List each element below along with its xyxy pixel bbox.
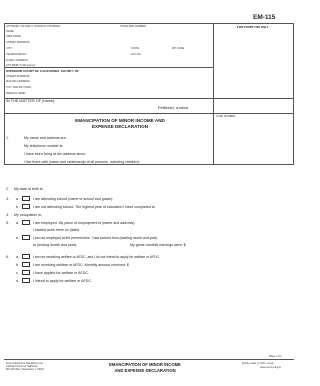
footer-left-3: EM-115 [Rev. September 1, 2018] <box>6 368 44 371</box>
item-5a-letter: a. <box>16 221 19 225</box>
item-6c-checkbox[interactable] <box>22 270 30 275</box>
item-6c-text: I have applied for welfare or AFDC. <box>33 271 89 275</box>
item-6a-checkbox[interactable] <box>22 254 30 259</box>
item-1-number: 1. <box>6 136 9 140</box>
item-5b-letter: b. <box>16 236 19 240</box>
item-5-number: 5. <box>6 221 9 225</box>
court-branch-label[interactable]: BRANCH NAME: <box>6 92 26 95</box>
court-city-zip-label[interactable]: CITY AND ZIP CODE: <box>6 86 32 89</box>
street-address-label[interactable]: STREET ADDRESS: <box>6 41 30 44</box>
state-label[interactable]: STATE: <box>131 47 140 50</box>
item-3b-text: I am not attending school. The highest y… <box>33 205 156 209</box>
item-1-phone: My telephone number is: <box>24 144 64 148</box>
header-rule <box>4 67 213 68</box>
telephone-label[interactable]: TELEPHONE NO.: <box>6 53 28 56</box>
footer-rule <box>4 359 294 360</box>
court-mailing-label[interactable]: MAILING ADDRESS: <box>6 80 31 83</box>
petitioner-label: Petitioner, a minor <box>158 106 189 110</box>
footer-title-1: EMANCIPATION OF MINOR INCOME <box>109 362 181 367</box>
item-2-text: My date of birth is: <box>14 187 44 191</box>
header-divider <box>213 23 214 98</box>
item-5a-text: I am employed. My place of employment is… <box>33 221 136 225</box>
item-1-since: I have been living at the address since: <box>24 152 87 156</box>
item-5a-checkbox[interactable] <box>22 220 30 225</box>
item-1-with: I live there with (name and relationship… <box>24 160 140 164</box>
footer-title-2: AND EXPENSE DECLARATION <box>114 368 176 373</box>
title-divider <box>213 98 214 165</box>
item-4-text: My occupation is: <box>14 213 42 217</box>
case-number-label[interactable]: CASE NUMBER: <box>216 115 236 118</box>
item-5b-text: I am not employed at the present time. I… <box>33 236 158 240</box>
item-5b-to: to (ending month and year): <box>33 243 78 247</box>
item-6d-checkbox[interactable] <box>22 278 30 283</box>
page-number: Page 1 of 2 <box>269 355 282 358</box>
item-3b-checkbox[interactable] <box>22 204 30 209</box>
item-6b-letter: b. <box>16 263 19 267</box>
footer-right-2: www.courts.ca.gov <box>260 366 281 369</box>
item-3a-text: I am attending school (name of school an… <box>33 197 114 201</box>
court-title: SUPERIOR COURT OF CALIFORNIA, COUNTY OF <box>6 69 79 73</box>
item-6b-text: I am receiving welfare or AFDC. Monthly … <box>33 263 129 267</box>
email-label[interactable]: E-MAIL ADDRESS: <box>6 59 28 62</box>
for-court-use-only: FOR COURT USE ONLY <box>237 25 269 29</box>
state-bar-label: STATE BAR NUMBER <box>120 25 146 28</box>
form-number: EM-115 <box>253 14 276 21</box>
attorney-for-label[interactable]: ATTORNEY FOR (name): <box>6 64 36 67</box>
item-3a-checkbox[interactable] <box>22 196 30 201</box>
item-6a-letter: a. <box>16 255 19 259</box>
fax-label[interactable]: FAX NO.: <box>131 53 142 56</box>
item-3a-letter: a. <box>16 197 19 201</box>
firm-name-label[interactable]: FIRM NAME: <box>6 35 21 38</box>
footer-right-1: Family Code, § 7120, et seq. <box>242 362 274 365</box>
item-6d-letter: d. <box>16 279 19 283</box>
title-rule <box>4 113 294 114</box>
item-3b-letter: b. <box>16 205 19 209</box>
item-2-number: 2. <box>6 187 9 191</box>
city-label[interactable]: CITY: <box>6 47 13 50</box>
item-6b-checkbox[interactable] <box>22 262 30 267</box>
attorney-label: ATTORNEY OR PARTY WITHOUT ATTORNEY <box>6 25 61 28</box>
doc-title-line2: EXPENSE DECLARATION <box>91 124 149 129</box>
item-6a-text: I am not receiving welfare or AFDC, and … <box>33 255 161 259</box>
item-6d-text: I intend to apply for welfare or AFDC. <box>33 279 92 283</box>
zip-label[interactable]: ZIP CODE: <box>172 47 185 50</box>
item-6-number: 6. <box>6 255 9 259</box>
item-5b-gross: My gross monthly earnings were: $ <box>130 243 186 247</box>
doc-title-line1: EMANCIPATION OF MINOR INCOME AND <box>75 118 165 123</box>
item-4-number: 4. <box>6 213 9 217</box>
court-street-label[interactable]: STREET ADDRESS: <box>6 75 30 78</box>
item-5b-checkbox[interactable] <box>22 235 30 240</box>
item-5a-started: I started work there on (date): <box>33 228 81 232</box>
item-1-text: My name and address are: <box>24 136 67 140</box>
matter-label[interactable]: IN THE MATTER OF (name): <box>6 99 55 103</box>
name-label[interactable]: NAME: <box>6 30 14 33</box>
item-3-number: 3. <box>6 197 9 201</box>
item-6c-letter: c. <box>16 271 19 275</box>
